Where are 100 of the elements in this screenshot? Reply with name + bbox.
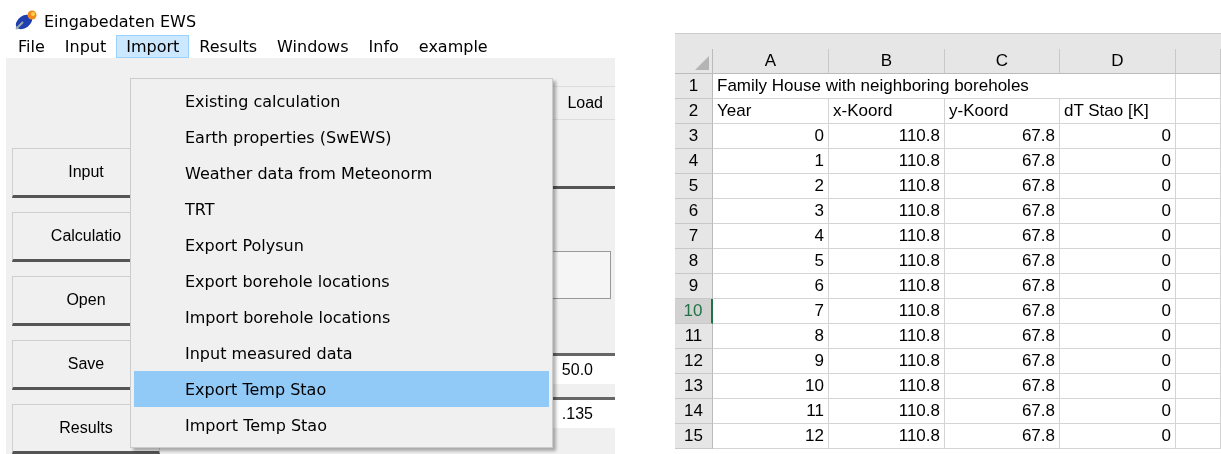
table-cell: 67.8 [945, 324, 1060, 349]
table-cell: 3 [713, 199, 829, 224]
table-cell: 110.8 [829, 224, 945, 249]
table-cell: 0 [1060, 149, 1176, 174]
table-cell: 67.8 [945, 249, 1060, 274]
table-cell: 0 [713, 124, 829, 149]
table-cell: 67.8 [945, 224, 1060, 249]
empty-cell [1176, 224, 1221, 249]
empty-cell [1176, 149, 1221, 174]
table-cell: 110.8 [829, 424, 945, 449]
table-cell: 110.8 [829, 174, 945, 199]
table-cell: 0 [1060, 299, 1176, 324]
menu-item[interactable]: example [408, 35, 498, 58]
table-cell: y-Koord [945, 99, 1060, 124]
row-header[interactable]: 1 [675, 74, 713, 99]
table-cell: 0 [1060, 424, 1176, 449]
menu-item[interactable]: File [8, 35, 55, 58]
table-cell: 6 [713, 274, 829, 299]
table-cell: x-Koord [829, 99, 945, 124]
table-cell: 67.8 [945, 349, 1060, 374]
column-header[interactable]: D [1060, 49, 1176, 74]
table-cell: 110.8 [829, 124, 945, 149]
table-cell: 67.8 [945, 374, 1060, 399]
empty-cell [1176, 124, 1221, 149]
empty-cell [1176, 74, 1221, 99]
table-cell: 110.8 [829, 324, 945, 349]
empty-cell [1176, 299, 1221, 324]
empty-cell [1176, 99, 1221, 124]
table-cell: 110.8 [829, 149, 945, 174]
menu-item[interactable]: Results [189, 35, 268, 58]
row-header[interactable]: 5 [675, 174, 713, 199]
table-cell: 12 [713, 424, 829, 449]
table-cell: 67.8 [945, 274, 1060, 299]
row-header[interactable]: 11 [675, 324, 713, 349]
select-all-corner[interactable] [675, 49, 713, 74]
empty-cell [1176, 374, 1221, 399]
row-header[interactable]: 4 [675, 149, 713, 174]
table-cell: 110.8 [829, 274, 945, 299]
column-header[interactable]: A [713, 49, 829, 74]
table-cell: 0 [1060, 349, 1176, 374]
table-cell: 0 [1060, 324, 1176, 349]
empty-cell [1176, 274, 1221, 299]
triangle-icon [695, 56, 709, 70]
menu-item[interactable]: Import [116, 35, 190, 58]
empty-cell [1176, 249, 1221, 274]
table-cell: 110.8 [829, 349, 945, 374]
menu-item[interactable]: Info [358, 35, 409, 58]
table-cell: 110.8 [829, 399, 945, 424]
table-cell: 110.8 [829, 299, 945, 324]
column-header[interactable]: B [829, 49, 945, 74]
app-icon [14, 9, 38, 32]
column-header[interactable]: C [945, 49, 1060, 74]
table-cell: 67.8 [945, 124, 1060, 149]
table-cell: 67.8 [945, 149, 1060, 174]
row-header[interactable]: 7 [675, 224, 713, 249]
menu-item[interactable]: Windows [267, 35, 359, 58]
table-cell: 110.8 [829, 249, 945, 274]
table-cell: 0 [1060, 249, 1176, 274]
table-cell: 67.8 [945, 424, 1060, 449]
row-header[interactable]: 2 [675, 99, 713, 124]
empty-cell [1176, 174, 1221, 199]
table-cell: 4 [713, 224, 829, 249]
table-cell: 67.8 [945, 299, 1060, 324]
table-cell: 0 [1060, 224, 1176, 249]
table-cell: 11 [713, 399, 829, 424]
row-header[interactable]: 10 [675, 299, 713, 324]
table-cell: 5 [713, 249, 829, 274]
table-cell: 9 [713, 349, 829, 374]
row-header[interactable]: 15 [675, 424, 713, 449]
empty-cell [1176, 199, 1221, 224]
table-cell: Family House with neighboring boreholes [713, 74, 1176, 99]
table-cell: 67.8 [945, 399, 1060, 424]
table-cell: 0 [1060, 374, 1176, 399]
table-cell: Year [713, 99, 829, 124]
empty-cell [1176, 424, 1221, 449]
row-header[interactable]: 12 [675, 349, 713, 374]
table-cell: 0 [1060, 124, 1176, 149]
table-cell: dT Stao [K] [1060, 99, 1176, 124]
table-cell: 0 [1060, 174, 1176, 199]
column-header[interactable] [1176, 49, 1221, 74]
row-header[interactable]: 3 [675, 124, 713, 149]
table-cell: 67.8 [945, 199, 1060, 224]
empty-cell [1176, 399, 1221, 424]
row-header[interactable]: 13 [675, 374, 713, 399]
menu-item[interactable]: Export Temp Stao [134, 371, 549, 407]
table-cell: 67.8 [945, 174, 1060, 199]
table-cell: 2 [713, 174, 829, 199]
row-header[interactable]: 9 [675, 274, 713, 299]
row-header[interactable]: 8 [675, 249, 713, 274]
table-cell: 0 [1060, 274, 1176, 299]
table-cell: 110.8 [829, 199, 945, 224]
table-cell: 7 [713, 299, 829, 324]
empty-cell [1176, 324, 1221, 349]
table-cell: 1 [713, 149, 829, 174]
row-header[interactable]: 6 [675, 199, 713, 224]
table-cell: 110.8 [829, 374, 945, 399]
table-cell: 8 [713, 324, 829, 349]
row-header[interactable]: 14 [675, 399, 713, 424]
menu-item[interactable]: Input [54, 35, 117, 58]
table-cell: 10 [713, 374, 829, 399]
